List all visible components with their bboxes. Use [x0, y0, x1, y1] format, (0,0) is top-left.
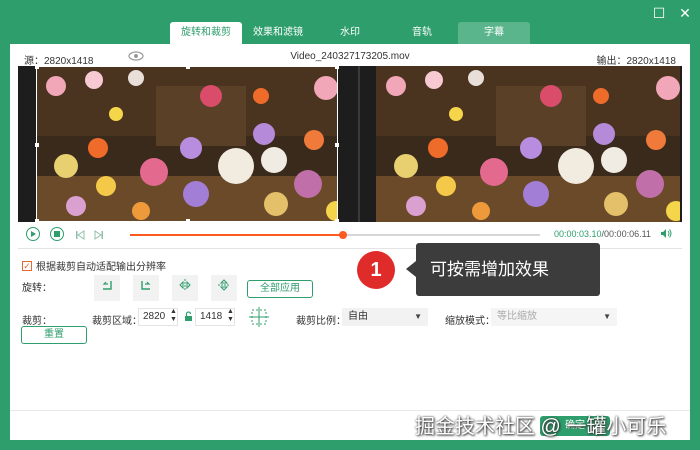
total-time: /00:00:06.11 — [601, 229, 651, 239]
info-row: 源：2820x1418 Video_240327173205.mov 输出：28… — [10, 50, 690, 67]
auto-resolution-checkbox[interactable]: ✓ — [22, 260, 32, 271]
flip-horizontal-icon[interactable] — [172, 275, 198, 301]
tab-rotate-crop[interactable]: 旋转和裁剪 — [170, 22, 242, 44]
progress-handle[interactable] — [339, 231, 348, 239]
output-resolution: 输出：2820x1418 — [596, 56, 677, 67]
tab-audio-track[interactable]: 音轨 — [386, 22, 458, 44]
tab-effects-filters[interactable]: 效果和滤镜 — [242, 22, 314, 44]
maximize-icon[interactable]: ☐ — [652, 6, 666, 20]
prev-frame-icon[interactable] — [75, 229, 85, 243]
crop-area-label: 裁剪区域： — [92, 316, 142, 327]
editor-panel: 源：2820x1418 Video_240327173205.mov 输出：28… — [10, 44, 690, 440]
auto-resolution-label: 根据裁剪自动适配输出分辨率 — [36, 262, 166, 273]
video-preview — [18, 65, 682, 223]
play-icon[interactable] — [26, 227, 40, 241]
zoom-mode-select[interactable]: 等比缩放 ▼ — [491, 308, 617, 326]
watermark-text: 掘金技术社区 @ 一罐小可乐 — [415, 416, 667, 438]
crop-ratio-label: 裁剪比例： — [296, 316, 346, 327]
crosshair-icon[interactable] — [248, 306, 270, 328]
rotate-label: 旋转： — [22, 283, 52, 294]
rotate-left-icon[interactable] — [94, 275, 120, 301]
time-display: 00:00:03.10/00:00:06.11 — [554, 229, 651, 239]
stop-icon[interactable] — [50, 227, 64, 241]
callout-badge: 1 — [357, 251, 395, 289]
tab-watermark[interactable]: 水印 — [314, 22, 386, 44]
source-video-frame[interactable] — [36, 66, 338, 222]
zoom-mode-value: 等比缩放 — [497, 311, 537, 322]
video-filename: Video_240327173205.mov — [290, 51, 410, 62]
crop-height-stepper[interactable]: ▲ ▼ — [227, 308, 234, 324]
chevron-down-icon: ▼ — [414, 312, 422, 321]
current-time: 00:00:03.10 — [554, 229, 602, 239]
flip-vertical-icon[interactable] — [211, 275, 237, 301]
close-icon[interactable]: ✕ — [678, 6, 692, 20]
auto-resolution-option[interactable]: ✓ 根据裁剪自动适配输出分辨率 — [22, 258, 166, 273]
crop-ratio-value: 自由 — [348, 311, 368, 322]
apply-all-button[interactable]: 全部应用 — [247, 280, 313, 298]
progress-fill — [130, 234, 344, 236]
callout-tooltip: 可按需增加效果 — [406, 243, 600, 296]
lock-icon[interactable] — [184, 311, 193, 325]
tab-subtitle[interactable]: 字幕 — [458, 22, 530, 44]
next-frame-icon[interactable] — [94, 229, 104, 243]
tab-bar: 旋转和裁剪 效果和滤镜 水印 音轨 字幕 — [170, 22, 530, 44]
chevron-down-icon: ▼ — [603, 312, 611, 321]
preview-divider — [358, 66, 360, 222]
reset-button[interactable]: 重置 — [21, 326, 87, 344]
progress-track[interactable] — [130, 231, 540, 239]
playback-bar: 00:00:03.10/00:00:06.11 — [10, 226, 690, 244]
crop-ratio-select[interactable]: 自由 ▼ — [342, 308, 428, 326]
crop-width-stepper[interactable]: ▲ ▼ — [170, 308, 177, 324]
zoom-mode-label: 缩放模式： — [445, 316, 495, 327]
output-video-frame — [376, 66, 680, 222]
volume-icon[interactable] — [660, 228, 672, 242]
rotate-right-icon[interactable] — [133, 275, 159, 301]
crop-label: 裁剪： — [22, 316, 52, 327]
